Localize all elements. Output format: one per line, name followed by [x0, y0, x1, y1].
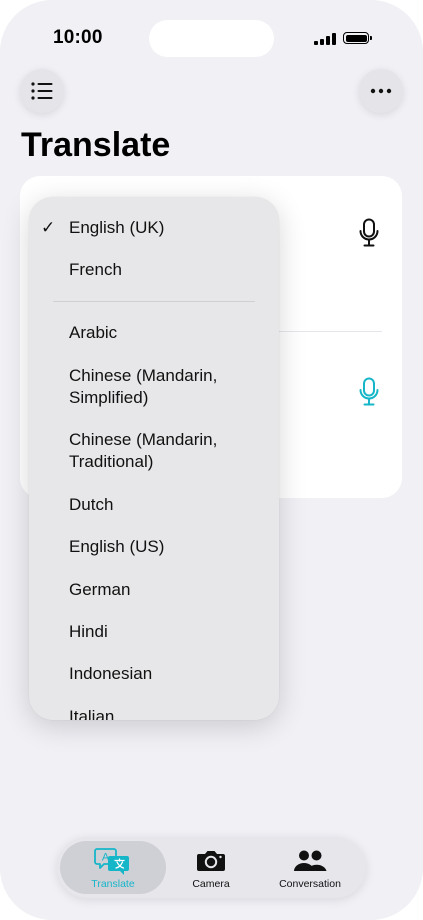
menu-item-hindi[interactable]: Hindi: [69, 621, 265, 643]
menu-item-chinese-simplified[interactable]: Chinese (Mandarin, Simplified): [69, 365, 265, 409]
tab-translate[interactable]: A Translate: [62, 837, 164, 898]
menu-separator: [53, 301, 255, 302]
language-dropdown-menu[interactable]: ✓ English (UK) French Arabic Chinese (Ma…: [29, 197, 279, 720]
camera-icon: [197, 851, 225, 871]
menu-item-english-us[interactable]: English (US): [69, 536, 265, 558]
signal-icon: [314, 32, 336, 45]
list-icon: [31, 82, 53, 100]
tab-translate-label: Translate: [91, 878, 135, 890]
phone-screen: 10:00 Translate ✓ English (UK) French Ar…: [0, 0, 423, 920]
checkmark-icon: ✓: [41, 218, 56, 237]
more-button[interactable]: [359, 69, 403, 113]
tab-conversation[interactable]: Conversation: [260, 837, 360, 898]
menu-item-chinese-traditional[interactable]: Chinese (Mandarin, Traditional): [69, 429, 265, 473]
menu-item-french[interactable]: French: [69, 259, 265, 281]
menu-item-arabic[interactable]: Arabic: [69, 322, 265, 344]
ellipsis-icon: [370, 88, 392, 94]
menu-item-indonesian[interactable]: Indonesian: [69, 663, 265, 685]
people-icon: [294, 850, 327, 871]
page-title: Translate: [21, 126, 171, 164]
menu-item-german[interactable]: German: [69, 579, 265, 601]
list-button[interactable]: [20, 69, 64, 113]
tab-conversation-label: Conversation: [279, 878, 341, 890]
battery-icon: [343, 32, 372, 44]
tab-camera-label: Camera: [192, 878, 230, 890]
status-icons: [314, 31, 372, 45]
dynamic-island: [149, 20, 274, 57]
menu-item-italian[interactable]: Italian: [69, 706, 265, 720]
menu-item-english-uk[interactable]: English (UK): [69, 217, 265, 239]
microphone-icon-accent[interactable]: [358, 377, 380, 407]
translate-icon: A: [94, 848, 129, 875]
menu-item-dutch[interactable]: Dutch: [69, 494, 265, 516]
microphone-icon[interactable]: [358, 218, 380, 248]
tab-bar: A Translate Camera Conversation: [57, 837, 366, 898]
status-time: 10:00: [53, 27, 103, 48]
tab-camera[interactable]: Camera: [161, 837, 261, 898]
